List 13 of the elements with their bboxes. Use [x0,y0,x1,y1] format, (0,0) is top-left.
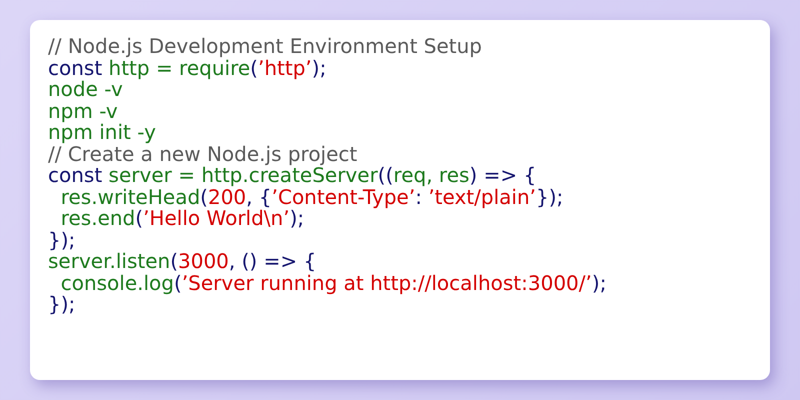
code-line: const http = require(’http’); [48,58,326,79]
code-line: console.log(’Server running at http://localhost:3000/’); [60,272,606,294]
code-line: }); [48,230,76,251]
code-line: // Node.js Development Environment Setup [48,36,482,58]
code-line: res.end(’Hello World\n’); [60,208,304,230]
code-line: server.listen(3000, () => { [48,251,316,272]
code-line: npm init -y [48,122,156,144]
code-line: npm -v [48,100,118,122]
code-line: // Create a new Node.js project [48,144,358,165]
code-line: node -v [48,79,123,100]
code-line: res.writeHead(200, {’Content-Type’: ’text/plain’}); [60,186,564,208]
code-line: }); [48,294,76,316]
code-line: const server = http.createServer((req, res) => { [48,165,536,186]
